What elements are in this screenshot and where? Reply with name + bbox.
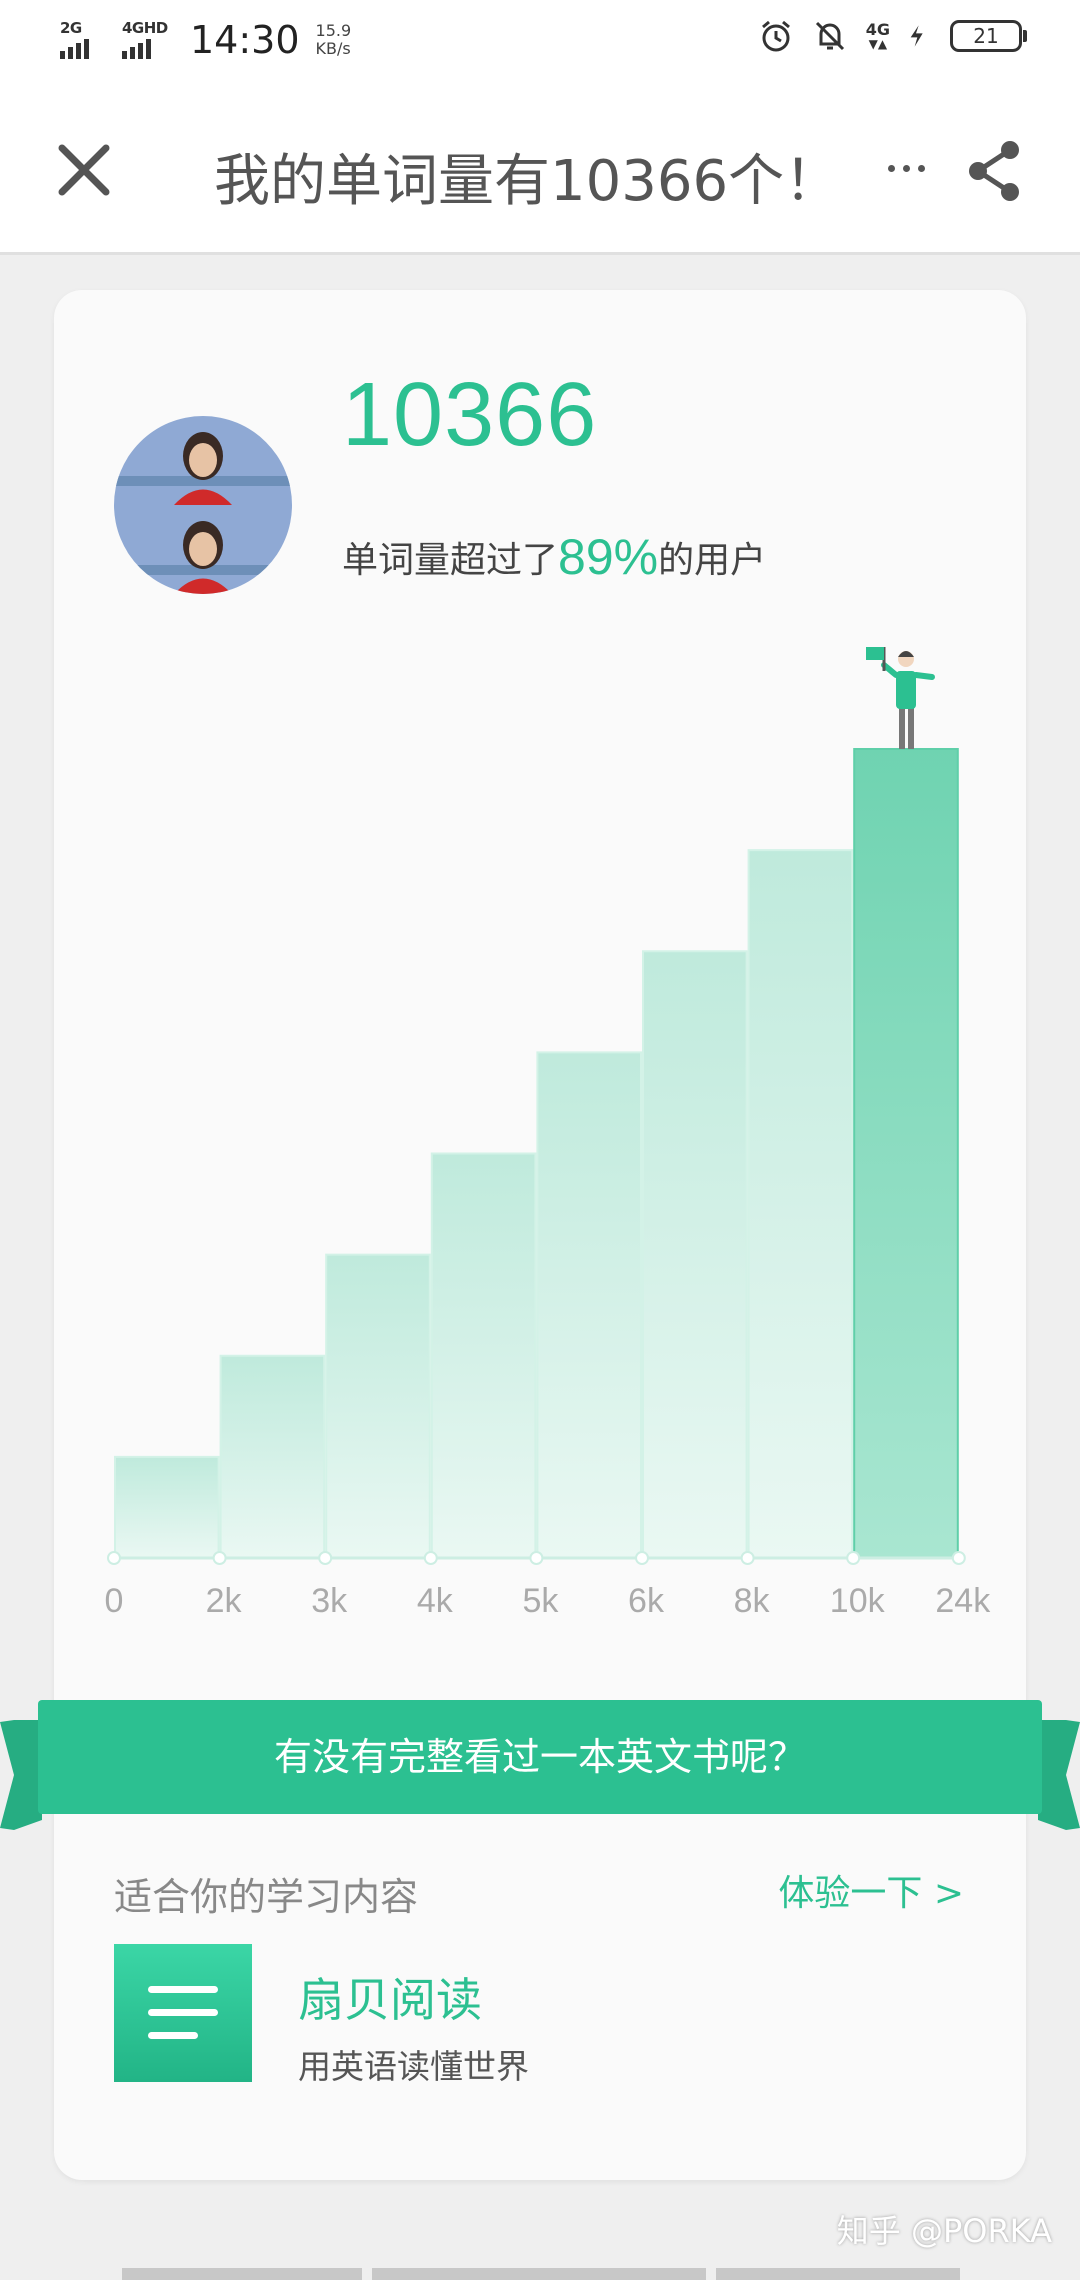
chart-tick — [107, 1551, 121, 1565]
sim2-label: 4GHD — [122, 19, 168, 37]
chart-tick — [635, 1551, 649, 1565]
try-link[interactable]: 体验一下 > — [778, 1864, 964, 1916]
network-speed-value: 15.9 — [315, 21, 352, 40]
mute-bell-icon — [815, 21, 844, 51]
chart-bar — [430, 1152, 537, 1559]
signal-sim2-icon: 4GHD — [120, 19, 172, 61]
chart-bar — [536, 1051, 642, 1559]
chart-x-label: 24k — [935, 1582, 991, 1620]
charging-icon — [910, 25, 923, 47]
chart-tick — [212, 1551, 227, 1565]
chart-bar — [747, 849, 854, 1559]
chart-bars — [114, 748, 959, 1559]
close-icon[interactable] — [48, 134, 120, 206]
more-icon[interactable] — [876, 138, 936, 198]
title-bar: 我的单词量有10366个！ — [0, 84, 1080, 255]
nav-hint-bar-3 — [716, 2268, 960, 2280]
share-icon[interactable] — [960, 136, 1030, 206]
chart-tick — [318, 1551, 333, 1565]
chart-x-label: 6k — [628, 1582, 665, 1620]
chart-bar — [325, 1253, 431, 1559]
chart-tick — [846, 1551, 861, 1565]
chart-x-label: 5k — [522, 1582, 559, 1620]
chart-x-label: 0 — [105, 1582, 124, 1620]
question-ribbon[interactable]: 有没有完整看过一本英文书呢？ — [0, 1700, 1080, 1830]
network-speed-unit: KB/s — [315, 39, 351, 58]
network-speed: 15.9 KB/s — [316, 22, 352, 58]
status-left: 2G 4GHD 14:30 15.9 KB/s — [58, 18, 351, 62]
chart-bar — [219, 1354, 326, 1559]
signal-sim1-icon: 2G — [58, 19, 110, 61]
page-title: 我的单词量有10366个！ — [214, 149, 841, 214]
nav-hint-bar-2 — [372, 2268, 706, 2280]
person-figure — [866, 647, 935, 749]
app-name[interactable]: 扇贝阅读 — [298, 1964, 482, 2030]
watermark: 知乎 @PORKA — [836, 2212, 1052, 2250]
shanbay-reading-app-icon[interactable] — [114, 1944, 252, 2082]
chart-tick — [529, 1551, 544, 1565]
signal-4g-icon: 4G ▼▲ — [865, 20, 890, 51]
app-description: 用英语读懂世界 — [298, 2047, 529, 2086]
status-right: 4G ▼▲ 21 — [758, 18, 1027, 54]
chart-bar — [114, 1455, 220, 1559]
sim1-label: 2G — [60, 19, 82, 37]
chart-tick — [740, 1551, 755, 1565]
chart-bar — [642, 950, 748, 1559]
chart-x-label: 4k — [417, 1582, 454, 1620]
word-distribution-chart: 0 2k 3k 4k 5k 6k 8k 10k 24k — [105, 647, 992, 1620]
chart-tick — [951, 1551, 966, 1565]
chart-x-label: 8k — [734, 1582, 771, 1620]
alarm-icon — [761, 20, 790, 52]
chart-x-label: 2k — [206, 1582, 243, 1620]
battery-level: 21 — [973, 24, 999, 48]
status-bar: 2G 4GHD 14:30 15.9 KB/s 4G ▼▲ 21 — [0, 0, 1080, 84]
network-type: 4G — [865, 20, 890, 39]
chart-x-label: 10k — [830, 1582, 886, 1620]
status-time: 14:30 — [190, 18, 300, 62]
chart-bar-highlight — [853, 748, 959, 1559]
nav-hint-bar-1 — [122, 2268, 362, 2280]
person-flag-icon — [866, 647, 935, 749]
ribbon-text: 有没有完整看过一本英文书呢？ — [273, 1735, 806, 1779]
chart-x-labels: 0 2k 3k 4k 5k 6k 8k 10k 24k — [105, 1582, 992, 1620]
battery-icon: 21 — [950, 20, 1027, 52]
recommend-section-label: 适合你的学习内容 — [114, 1875, 419, 1919]
chart-tick — [423, 1551, 438, 1565]
chart-x-label: 3k — [311, 1582, 348, 1620]
